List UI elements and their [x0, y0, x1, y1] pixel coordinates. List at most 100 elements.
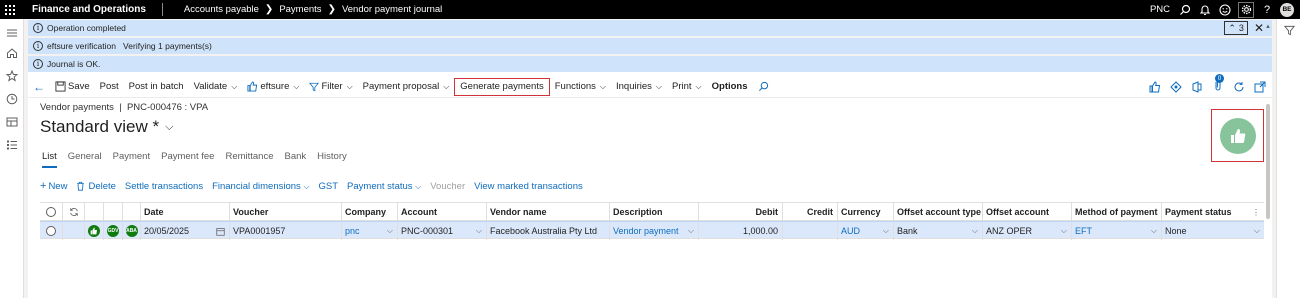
tab-bank[interactable]: Bank: [285, 151, 307, 168]
back-arrow-icon[interactable]: ←: [28, 78, 50, 96]
new-button[interactable]: + New: [40, 180, 67, 192]
vendor-name-cell[interactable]: Facebook Australia Pty Ltd: [486, 222, 609, 240]
home-icon[interactable]: [6, 47, 18, 59]
breadcrumb-item[interactable]: Accounts payable: [184, 4, 259, 15]
date-header[interactable]: Date: [140, 203, 229, 221]
tab-remittance[interactable]: Remittance: [225, 151, 273, 168]
breadcrumb-item[interactable]: Payments: [279, 4, 321, 15]
description-cell[interactable]: Vendor payment ⌵: [609, 222, 698, 240]
search-icon[interactable]: [1178, 3, 1192, 17]
chevron-down-icon[interactable]: ⌵: [688, 226, 694, 236]
method-of-payment-cell[interactable]: EFT ⌵: [1071, 222, 1161, 240]
select-all-cell[interactable]: [40, 203, 62, 221]
eftsure-status-badge[interactable]: [1211, 109, 1264, 162]
account-header[interactable]: Account: [397, 203, 486, 221]
filter-icon[interactable]: [1284, 25, 1295, 36]
select-all-radio[interactable]: [46, 207, 56, 217]
options-tab[interactable]: Options: [707, 78, 753, 96]
smiley-icon[interactable]: [1218, 3, 1232, 17]
chevron-down-icon[interactable]: ⌵: [972, 226, 978, 236]
app-launcher-icon[interactable]: [0, 0, 20, 19]
functions-menu[interactable]: Functions ⌵: [550, 78, 611, 96]
scroll-up-arrow[interactable]: ▲: [1265, 24, 1271, 30]
gst-button[interactable]: GST: [319, 181, 339, 192]
print-menu[interactable]: Print ⌵: [667, 78, 707, 96]
modules-list-icon[interactable]: [6, 139, 18, 151]
tab-list[interactable]: List: [42, 151, 57, 168]
company-cell[interactable]: pnc ⌵: [341, 222, 397, 240]
more-options-icon[interactable]: ⋮: [1252, 208, 1260, 217]
eftsure-menu[interactable]: eftsure ⌵: [242, 78, 304, 96]
save-button[interactable]: Save: [50, 78, 95, 96]
breadcrumb-item[interactable]: Vendor payment journal: [342, 4, 442, 15]
thumbs-up-icon[interactable]: [1149, 80, 1161, 93]
generate-payments-button[interactable]: Generate payments: [454, 77, 550, 96]
tab-payment-fee[interactable]: Payment fee: [161, 151, 214, 168]
offset-account-type-header[interactable]: Offset account type: [893, 203, 982, 221]
post-button[interactable]: Post: [95, 78, 124, 96]
search-icon[interactable]: [753, 78, 774, 96]
message-count-toggle[interactable]: ⌃ 3: [1224, 21, 1248, 35]
clock-icon[interactable]: [6, 93, 18, 105]
office-icon[interactable]: [1191, 80, 1203, 93]
tab-history[interactable]: History: [317, 151, 347, 168]
validate-menu[interactable]: Validate ⌵: [189, 78, 243, 96]
attachments-icon[interactable]: 0: [1212, 74, 1224, 94]
payment-status-cell[interactable]: None ⌵: [1161, 222, 1264, 240]
offset-account-cell[interactable]: ANZ OPER ⌵: [982, 222, 1071, 240]
chevron-down-icon[interactable]: ⌵: [387, 226, 393, 236]
view-selector[interactable]: Standard view * ⌵: [40, 117, 173, 137]
debit-cell[interactable]: 1,000.00: [698, 222, 782, 240]
bell-icon[interactable]: [1198, 3, 1212, 17]
chevron-down-icon[interactable]: ⌵: [476, 226, 482, 236]
credit-header[interactable]: Credit: [782, 203, 837, 221]
delete-button[interactable]: Delete: [76, 181, 116, 192]
debit-header[interactable]: Debit: [698, 203, 782, 221]
offset-account-type-cell[interactable]: Bank ⌵: [893, 222, 982, 240]
credit-cell[interactable]: [782, 222, 837, 240]
gear-icon[interactable]: [1238, 1, 1254, 18]
app-title[interactable]: Finance and Operations: [32, 4, 146, 15]
star-icon[interactable]: [6, 70, 18, 82]
open-new-window-icon[interactable]: [1254, 81, 1266, 93]
description-header[interactable]: Description: [609, 203, 698, 221]
post-in-batch-button[interactable]: Post in batch: [124, 78, 189, 96]
avatar[interactable]: BE: [1280, 2, 1294, 17]
voucher-cell[interactable]: VPA0001957: [229, 222, 341, 240]
chevron-down-icon[interactable]: ⌵: [1061, 226, 1067, 236]
chevron-down-icon[interactable]: ⌵: [1151, 226, 1157, 236]
filter-menu[interactable]: Filter ⌵: [304, 78, 357, 96]
account-cell[interactable]: PNC-000301 ⌵: [397, 222, 486, 240]
vertical-scrollbar[interactable]: [1266, 104, 1270, 219]
refresh-icon[interactable]: [62, 203, 84, 221]
calendar-icon[interactable]: [216, 227, 225, 236]
method-of-payment-header[interactable]: Method of payment: [1071, 203, 1161, 221]
refresh-icon[interactable]: [1233, 81, 1245, 93]
power-apps-icon[interactable]: [1170, 80, 1182, 93]
workspace-icon[interactable]: [6, 116, 18, 128]
help-icon[interactable]: ?: [1260, 3, 1274, 17]
table-row[interactable]: GDV ABA 20/05/2025 VPA0001957 pnc ⌵ PNC-…: [40, 221, 1264, 240]
inquiries-menu[interactable]: Inquiries ⌵: [611, 78, 667, 96]
voucher-header[interactable]: Voucher: [229, 203, 341, 221]
row-select-cell[interactable]: [40, 222, 62, 240]
tab-payment[interactable]: Payment: [113, 151, 151, 168]
vendor-name-header[interactable]: Vendor name: [486, 203, 609, 221]
view-marked-transactions-button[interactable]: View marked transactions: [474, 181, 583, 192]
currency-cell[interactable]: AUD ⌵: [837, 222, 893, 240]
financial-dimensions-menu[interactable]: Financial dimensions ⌵: [212, 181, 309, 192]
company-picker[interactable]: PNC: [1150, 4, 1170, 15]
tab-general[interactable]: General: [68, 151, 102, 168]
date-cell[interactable]: 20/05/2025: [140, 222, 229, 240]
close-icon[interactable]: ✕: [1254, 21, 1264, 35]
hamburger-icon[interactable]: [6, 27, 18, 39]
chevron-down-icon[interactable]: ⌵: [1254, 226, 1260, 236]
company-header[interactable]: Company: [341, 203, 397, 221]
settle-transactions-button[interactable]: Settle transactions: [125, 181, 203, 192]
chevron-down-icon[interactable]: ⌵: [883, 226, 889, 236]
payment-proposal-menu[interactable]: Payment proposal ⌵: [358, 78, 455, 96]
payment-status-menu[interactable]: Payment status ⌵: [347, 181, 421, 192]
offset-account-header[interactable]: Offset account: [982, 203, 1071, 221]
payment-status-header[interactable]: Payment status ⋮: [1161, 203, 1264, 221]
currency-header[interactable]: Currency: [837, 203, 893, 221]
